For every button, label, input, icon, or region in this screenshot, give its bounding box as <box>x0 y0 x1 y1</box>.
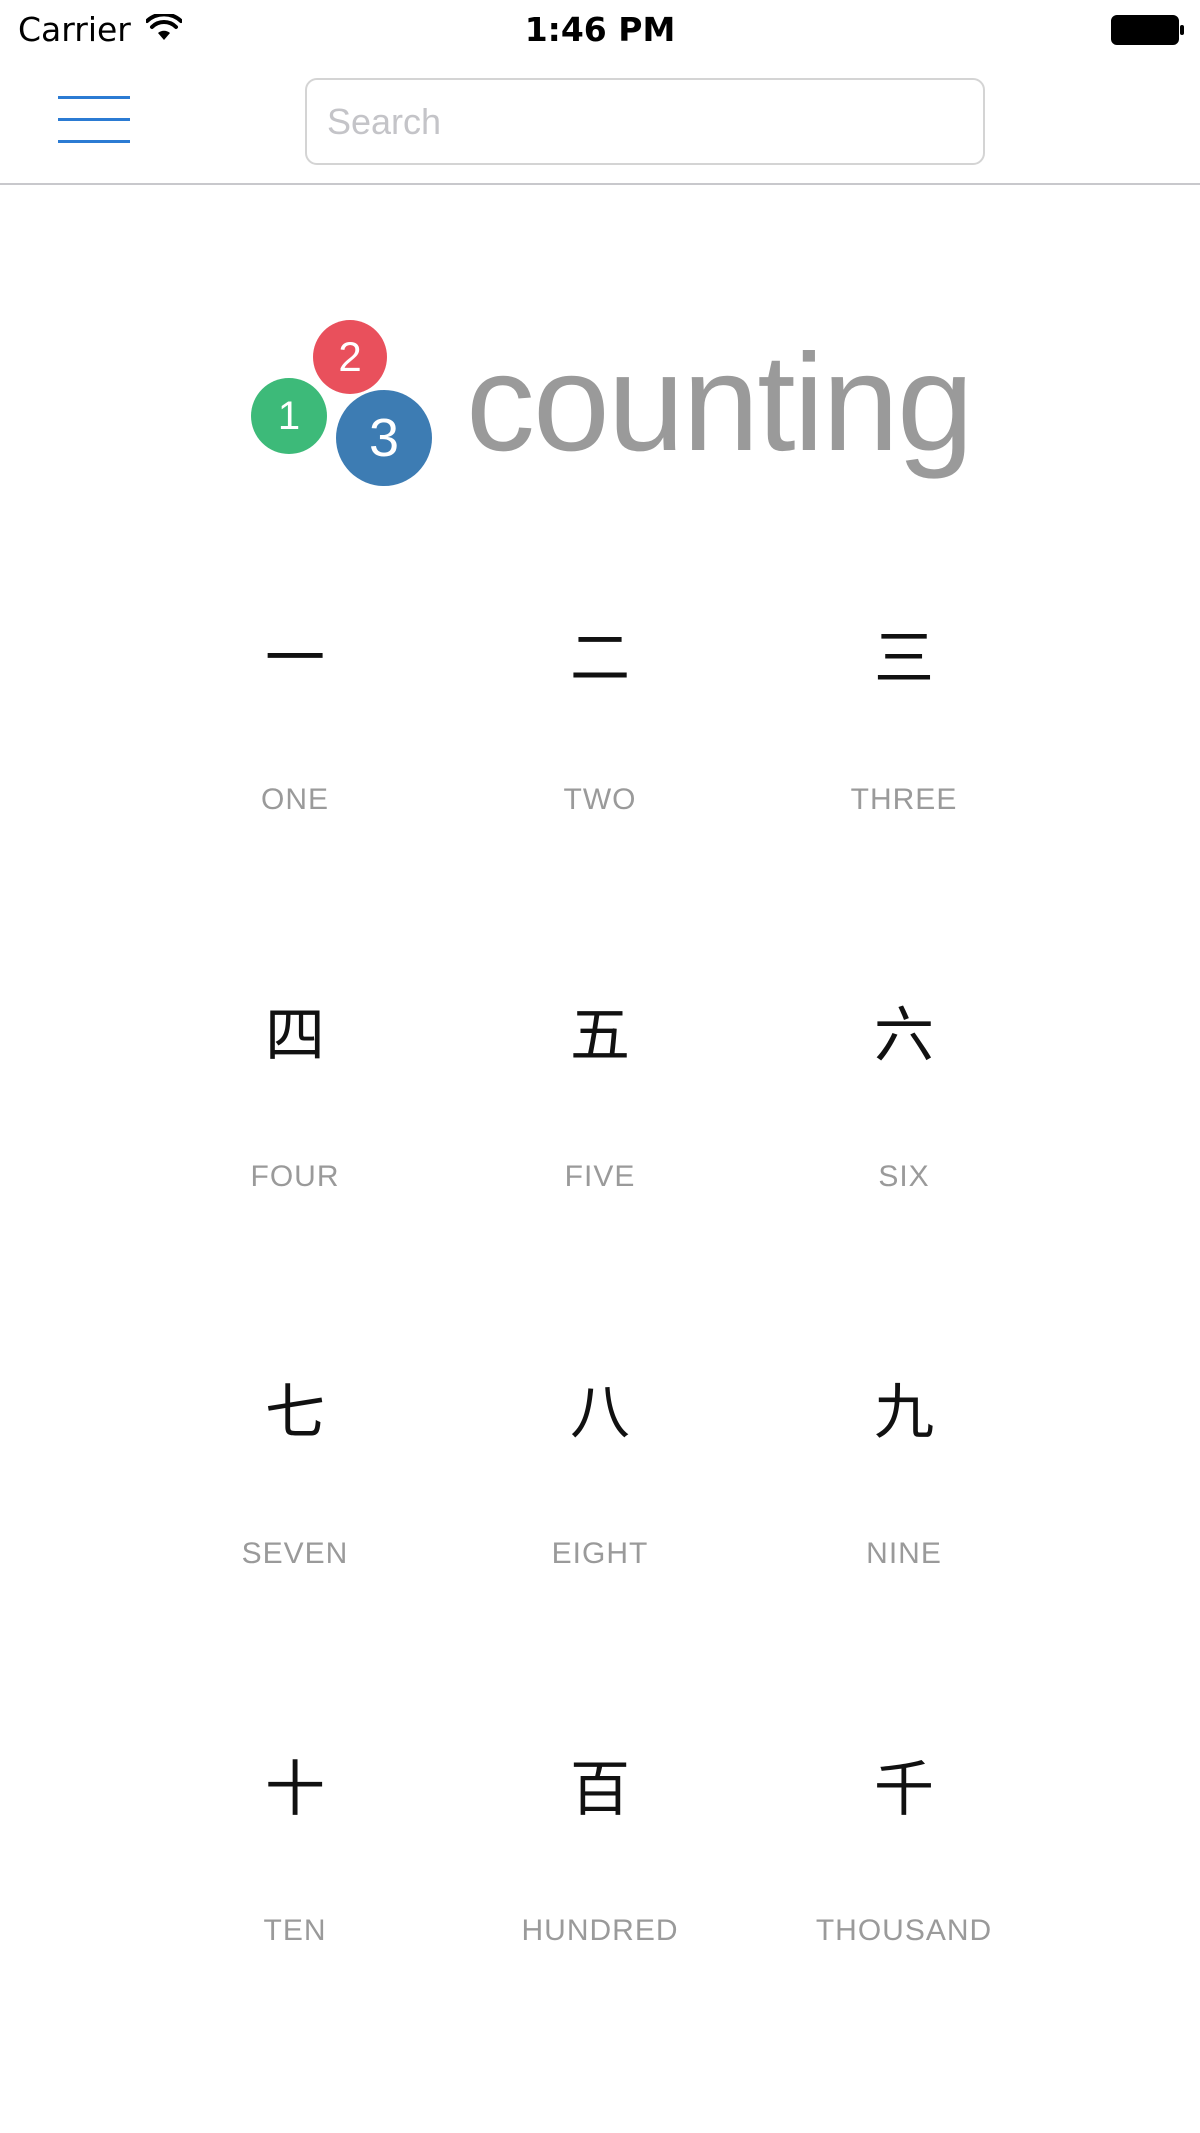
number-cell-hundred[interactable]: 百 HUNDRED <box>448 1691 752 1991</box>
number-cell-ten[interactable]: 十 TEN <box>143 1691 447 1991</box>
number-label: TWO <box>563 783 637 816</box>
number-cell-one[interactable]: 一 ONE <box>143 560 447 860</box>
kanji-character: 十 <box>265 1755 325 1825</box>
number-label: ONE <box>260 783 329 816</box>
kanji-character: 七 <box>265 1378 325 1448</box>
number-cell-three[interactable]: 三 THREE <box>752 560 1056 860</box>
logo-ball-2: 2 <box>313 320 387 394</box>
navigation-bar <box>0 60 1200 185</box>
number-cell-four[interactable]: 四 FOUR <box>143 937 447 1237</box>
status-bar: Carrier 1:46 PM <box>0 0 1200 60</box>
number-cell-six[interactable]: 六 SIX <box>752 937 1056 1237</box>
menu-button[interactable] <box>52 90 132 152</box>
number-cell-seven[interactable]: 七 SEVEN <box>143 1314 447 1614</box>
number-label: THOUSAND <box>815 1914 993 1947</box>
kanji-character: 三 <box>874 624 934 694</box>
number-cell-five[interactable]: 五 FIVE <box>448 937 752 1237</box>
number-cell-two[interactable]: 二 TWO <box>448 560 752 860</box>
kanji-character: 八 <box>570 1378 630 1448</box>
number-label: SEVEN <box>241 1537 349 1570</box>
kanji-character: 六 <box>874 1001 934 1071</box>
kanji-character: 四 <box>265 1001 325 1071</box>
number-label: HUNDRED <box>521 1914 679 1947</box>
number-label: NINE <box>866 1537 942 1570</box>
number-label: SIX <box>878 1160 930 1193</box>
kanji-character: 九 <box>874 1378 934 1448</box>
number-cell-thousand[interactable]: 千 THOUSAND <box>752 1691 1056 1991</box>
clock: 1:46 PM <box>524 10 676 49</box>
number-label: THREE <box>850 783 958 816</box>
search-input[interactable] <box>305 78 985 165</box>
counting-logo: 1 2 3 counting <box>248 316 988 491</box>
battery-icon <box>1111 15 1184 45</box>
number-label: FIVE <box>564 1160 636 1193</box>
kanji-character: 百 <box>570 1755 630 1825</box>
number-cell-eight[interactable]: 八 EIGHT <box>448 1314 752 1614</box>
number-label: TEN <box>263 1914 327 1947</box>
number-cell-nine[interactable]: 九 NINE <box>752 1314 1056 1614</box>
logo-wordmark: counting <box>466 326 974 480</box>
kanji-character: 千 <box>874 1755 934 1825</box>
logo-ball-3: 3 <box>336 390 432 486</box>
kanji-character: 二 <box>570 624 630 694</box>
kanji-character: 五 <box>570 1001 630 1071</box>
logo-ball-1: 1 <box>251 378 327 454</box>
kanji-character: 一 <box>265 624 325 694</box>
number-label: FOUR <box>250 1160 340 1193</box>
number-label: EIGHT <box>551 1537 649 1570</box>
